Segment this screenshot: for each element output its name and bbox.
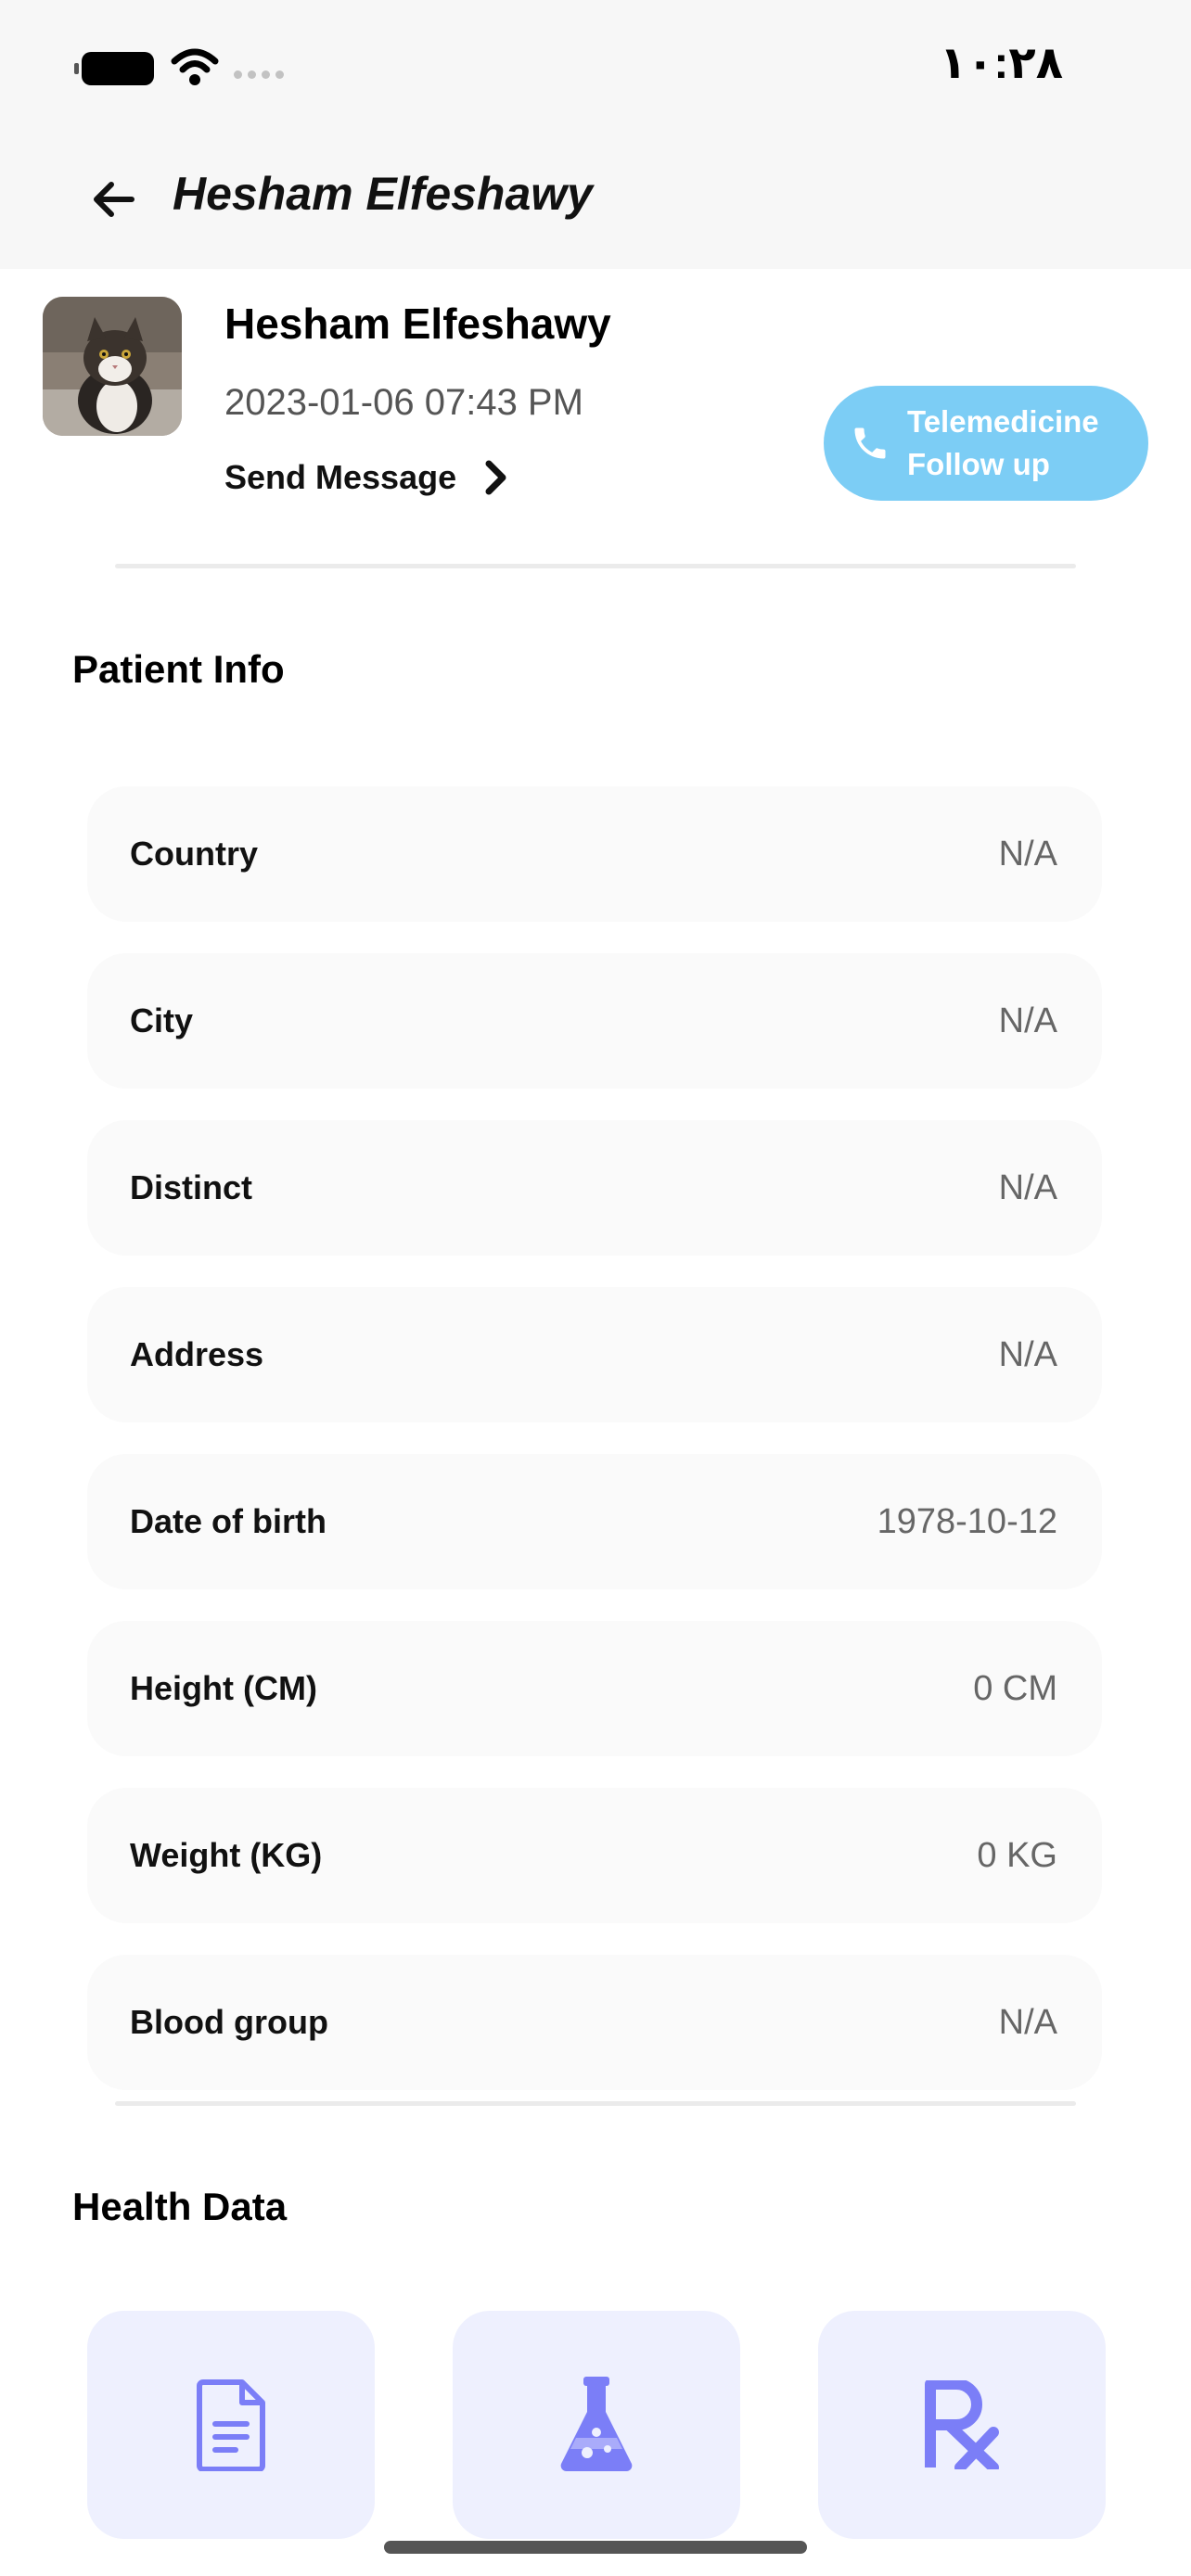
- home-indicator: [384, 2541, 807, 2554]
- health-data-tiles: [87, 2311, 1106, 2539]
- divider: [115, 2101, 1076, 2106]
- battery-icon: [74, 52, 154, 85]
- info-row-blood-group: Blood group N/A: [87, 1955, 1102, 2090]
- info-value: 1978-10-12: [877, 1501, 1057, 1541]
- signal-icon: [234, 70, 284, 79]
- info-label: Address: [130, 1335, 264, 1373]
- lab-flask-icon: [560, 2377, 633, 2472]
- patient-info-heading: Patient Info: [72, 647, 285, 691]
- info-value: N/A: [998, 1334, 1057, 1374]
- page-title: Hesham Elfeshawy: [173, 168, 593, 220]
- health-tile-prescription[interactable]: [818, 2311, 1106, 2539]
- info-row-city: City N/A: [87, 953, 1102, 1089]
- patient-info-list: Country N/A City N/A Distinct N/A Addres…: [87, 786, 1102, 2122]
- info-value: 0 KG: [977, 1835, 1057, 1875]
- info-row-height: Height (CM) 0 CM: [87, 1621, 1102, 1756]
- info-row-country: Country N/A: [87, 786, 1102, 922]
- telemedicine-follow-up-button[interactable]: Telemedicine Follow up: [824, 386, 1148, 501]
- info-label: City: [130, 1001, 194, 1039]
- info-label: Blood group: [130, 2003, 328, 2041]
- info-label: Height (CM): [130, 1669, 317, 1707]
- send-message-label: Send Message: [224, 458, 457, 496]
- document-icon: [197, 2379, 265, 2471]
- send-message-link[interactable]: Send Message: [224, 458, 508, 497]
- chevron-right-icon: [485, 460, 506, 495]
- avatar: [43, 297, 182, 436]
- status-bar: ١٠:٢٨: [0, 0, 1191, 130]
- info-row-address: Address N/A: [87, 1287, 1102, 1422]
- health-tile-lab[interactable]: [453, 2311, 740, 2539]
- prescription-icon: [925, 2380, 999, 2469]
- info-row-distinct: Distinct N/A: [87, 1120, 1102, 1256]
- info-label: Weight (KG): [130, 1836, 323, 1874]
- info-label: Country: [130, 835, 258, 873]
- patient-datetime: 2023-01-06 07:43 PM: [224, 382, 583, 423]
- phone-icon: [854, 427, 886, 459]
- info-value: N/A: [998, 1167, 1057, 1207]
- health-tile-documents[interactable]: [87, 2311, 375, 2539]
- patient-name: Hesham Elfeshawy: [224, 300, 611, 348]
- info-value: N/A: [998, 834, 1057, 874]
- info-value: 0 CM: [973, 1668, 1057, 1708]
- info-label: Date of birth: [130, 1502, 327, 1540]
- back-button[interactable]: [85, 176, 141, 223]
- info-row-weight: Weight (KG) 0 KG: [87, 1788, 1102, 1923]
- info-value: N/A: [998, 2002, 1057, 2042]
- app-bar: Hesham Elfeshawy: [0, 130, 1191, 269]
- divider: [115, 564, 1076, 568]
- telemedicine-label: Telemedicine Follow up: [907, 404, 1099, 481]
- cat-photo: [43, 297, 182, 436]
- arrow-left-icon: [94, 182, 134, 217]
- wifi-icon: [171, 48, 219, 85]
- info-row-date-of-birth: Date of birth 1978-10-12: [87, 1454, 1102, 1589]
- health-data-heading: Health Data: [72, 2185, 288, 2228]
- info-value: N/A: [998, 1001, 1057, 1040]
- status-time: ١٠:٢٨: [939, 39, 1063, 88]
- info-label: Distinct: [130, 1168, 253, 1206]
